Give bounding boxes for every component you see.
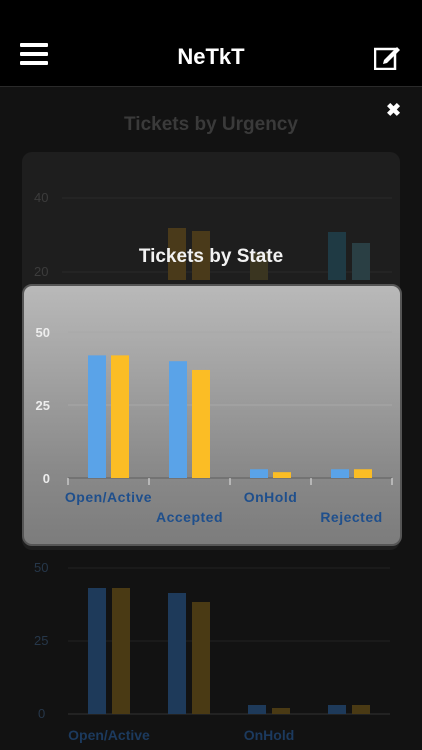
compose-icon[interactable] [373, 44, 400, 71]
bg-bar [192, 602, 210, 714]
state-chart: 0 25 50 Open/ActiveAccepted OnHold Rejected [36, 325, 393, 525]
bg-category-label: OnHold [244, 727, 295, 743]
bg-tick-label-40: 40 [34, 190, 48, 205]
top-bar: NeTkT [0, 0, 422, 87]
bg-bar [248, 705, 266, 714]
y-tick-label: 0 [43, 471, 50, 486]
bg-bar [112, 588, 130, 714]
bg-tick-label-50: 50 [34, 560, 48, 575]
bg-bar [328, 705, 346, 714]
bar [331, 469, 349, 478]
bar [273, 472, 291, 478]
y-tick-label: 50 [36, 325, 50, 340]
x-category-label: Open/Active [65, 489, 152, 505]
close-icon[interactable]: ✖ [386, 100, 401, 121]
bar [169, 361, 187, 478]
background-chart-title: Tickets by Urgency [124, 114, 298, 135]
bg-bar [272, 708, 290, 714]
chart-dialog: 0 25 50 Open/Active Accepted OnHold Rejected [22, 284, 402, 546]
background-state-chart: 50 25 0 Open/Active OnHold [34, 560, 390, 743]
bg-bar [352, 705, 370, 714]
bg-category-label: Open/Active [68, 727, 150, 743]
app-title: NeTkT [177, 44, 245, 69]
bg-tick-label-25: 25 [34, 633, 48, 648]
x-category-label: Accepted [156, 509, 223, 525]
x-category-label: OnHold [244, 489, 298, 505]
bar [250, 469, 268, 478]
bar [354, 469, 372, 478]
bg-tick-label-0: 0 [38, 706, 45, 721]
dialog-title: Tickets by State [138, 246, 284, 267]
bar [192, 369, 210, 478]
y-tick-label: 25 [36, 398, 50, 413]
bg-bar [88, 588, 106, 714]
x-category-label: Rejected [320, 509, 382, 525]
bg-bar [168, 593, 186, 714]
bar [111, 355, 129, 478]
bar [88, 355, 106, 478]
